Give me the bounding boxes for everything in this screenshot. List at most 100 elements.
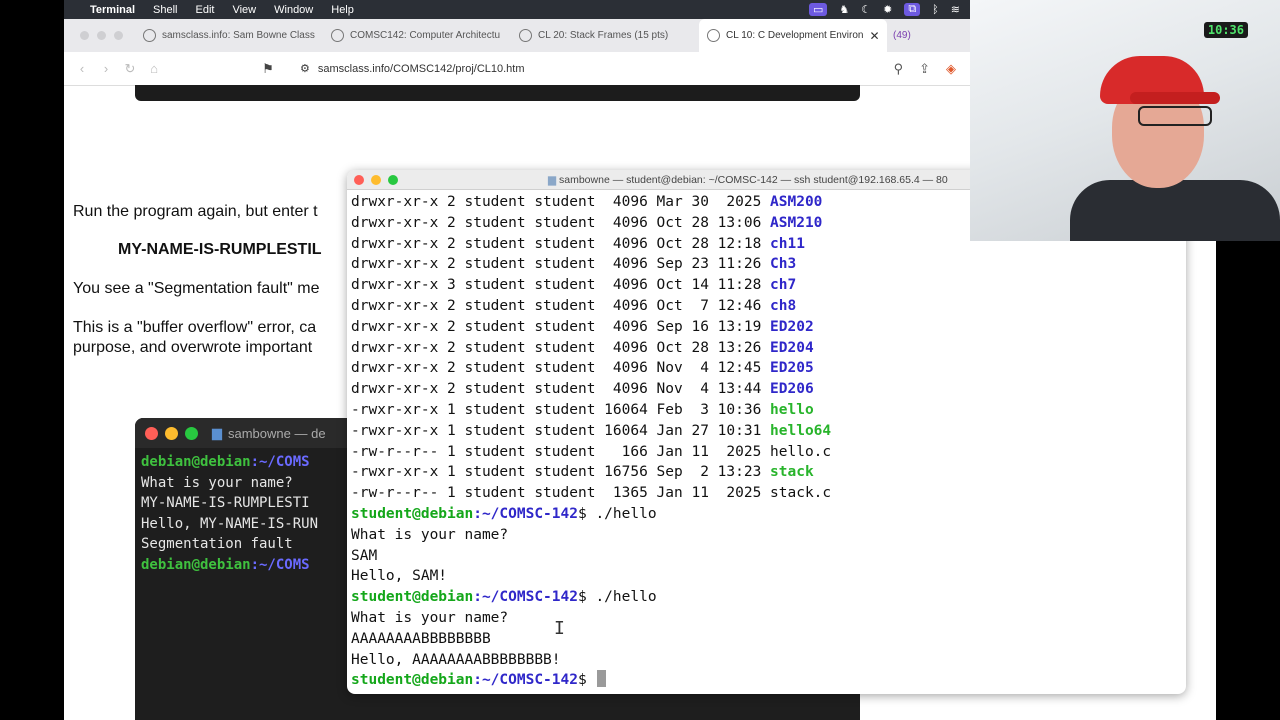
mac-menubar: Terminal Shell Edit View Window Help ▭ ♞… [64,0,970,19]
brave-shield-icon[interactable]: ◈ [946,61,956,77]
listing-row: -rwxr-xr-x 1 student student 16756 Sep 2… [351,462,1182,483]
listing-meta: -rwxr-xr-x 1 student student 16064 Jan 2… [351,422,771,439]
terminal-window[interactable]: ▆ sambowne — student@debian: ~/COMSC-142… [347,170,1186,694]
background-terminal-title: sambowne — de [228,425,326,441]
tab-label: CL 10: C Development Environ [726,30,864,41]
listing-filename: hello [770,401,814,418]
back-icon[interactable]: ‹ [70,61,94,76]
browser-tab[interactable]: CL 20: Stack Frames (15 pts) [511,19,699,52]
browser-tab[interactable]: samsclass.info: Sam Bowne Class [135,19,323,52]
command-text: ./hello [595,505,657,522]
bookmark-icon[interactable]: ⚑ [256,61,280,77]
terminal-title-text: sambowne — student@debian: ~/COMSC-142 —… [559,173,948,186]
tab-label: COMSC142: Computer Architectu [350,30,501,41]
listing-row: -rw-r--r-- 1 student student 166 Jan 11 … [351,442,1182,463]
output-text: MY-NAME-IS-RUMPLESTI [141,495,310,511]
site-settings-icon[interactable]: ⚙ [300,62,310,75]
prompt-symbol: $ [577,672,596,689]
reload-icon[interactable]: ↻ [118,61,142,77]
output-line: What is your name? [351,525,1182,546]
prompt-symbol: $ [577,589,596,606]
clock-display: 10:36 [1203,22,1248,38]
minimize-dot[interactable] [97,31,106,40]
share-icon[interactable]: ⇪ [919,61,930,77]
output-line: What is your name? [351,608,1182,629]
listing-filename: Ch3 [770,256,797,273]
close-dot[interactable] [354,174,364,185]
listing-row: drwxr-xr-x 2 student student 4096 Nov 4 … [351,379,1182,400]
doc-paragraph: This is a "buffer overflow" error, ca pu… [73,318,316,358]
listing-filename: ASM200 [770,194,823,210]
listing-filename: ED202 [770,318,814,335]
window-controls [135,426,212,440]
browser-tab-bar: samsclass.info: Sam Bowne Class COMSC142… [64,19,970,52]
menu-app-name[interactable]: Terminal [90,4,135,16]
prompt-line: student@debian:~/COMSC-142$ ./hello [351,504,1182,525]
doc-paragraph: Run the program again, but enter t [73,203,318,220]
listing-meta: drwxr-xr-x 2 student student 4096 Oct 28… [351,235,771,252]
browser-tab[interactable]: COMSC142: Computer Architectu [323,19,511,52]
prompt-line: student@debian:~/COMSC-142$ [351,670,1182,691]
output-text: Segmentation fault [141,536,293,552]
home-icon[interactable]: ⌂ [142,61,166,76]
prompt-path: :~/COMS [250,556,310,573]
listing-filename: ED206 [770,381,814,398]
bluetooth-icon[interactable]: ᛒ [932,4,939,16]
moon-icon[interactable]: ☾ [861,3,871,16]
browser-window-controls [64,31,135,40]
zoom-dot[interactable] [114,31,123,40]
output-line: Hello, AAAAAAAABBBBBBBB! [351,650,1182,671]
listing-filename: ch8 [770,297,797,314]
output-line: SAM [351,546,1182,567]
command-text: ./hello [595,589,657,606]
terminal-output[interactable]: drwxr-xr-x 2 student student 4096 Mar 30… [347,190,1186,693]
forward-icon[interactable]: › [94,61,118,76]
listing-row: -rw-r--r-- 1 student student 1365 Jan 11… [351,483,1182,504]
wifi-icon[interactable]: ≋ [951,3,960,16]
listing-filename: ED204 [770,339,814,356]
prompt-user: student@debian [351,672,474,689]
listing-row: drwxr-xr-x 2 student student 4096 Nov 4 … [351,358,1182,379]
prompt-path: :~/COMSC-142 [473,672,578,689]
minimize-dot [165,426,178,440]
text-cursor-icon: I [554,618,565,639]
listing-filename: hello64 [770,422,832,439]
menu-window[interactable]: Window [274,4,313,16]
presenter-glasses [1138,106,1212,126]
listing-meta: drwxr-xr-x 2 student student 4096 Sep 23… [351,256,771,273]
cat-icon[interactable]: ♞ [839,3,849,16]
favicon-icon [143,29,156,42]
tab-count[interactable]: (49) [887,30,911,41]
listing-filename: hello.c [770,443,832,460]
menu-help[interactable]: Help [331,4,354,16]
terminal-title: ▆ sambowne — student@debian: ~/COMSC-142… [548,174,948,186]
embedded-image-edge [135,85,860,101]
url-text: samsclass.info/COMSC142/proj/CL10.htm [317,62,525,75]
screen-share-icon[interactable]: ▭ [808,3,828,16]
minimize-dot[interactable] [371,174,381,185]
zoom-dot [185,426,198,440]
listing-meta: -rwxr-xr-x 1 student student 16064 Feb 3… [351,401,771,418]
listing-meta: drwxr-xr-x 2 student student 4096 Nov 4 … [351,360,771,377]
browser-tab-active[interactable]: CL 10: C Development Environ ✕ [699,19,887,52]
listing-meta: drwxr-xr-x 2 student student 4096 Oct 7 … [351,297,771,314]
listing-row: drwxr-xr-x 2 student student 4096 Sep 23… [351,254,1182,275]
listing-meta: drwxr-xr-x 2 student student 4096 Nov 4 … [351,381,771,398]
url-field[interactable]: ⚙ samsclass.info/COMSC142/proj/CL10.htm [300,62,525,76]
output-line: Hello, SAM! [351,566,1182,587]
listing-meta: -rw-r--r-- 1 student student 1365 Jan 11… [351,485,771,502]
output-text: Hello, AAAAAAAABBBBBBBB! [351,651,561,668]
brightness-icon[interactable]: ✹ [883,3,892,16]
folder-icon: ▆ [548,173,557,186]
zoom-dot[interactable] [388,174,398,185]
zoom-icon[interactable]: ⚲ [894,61,904,77]
favicon-icon [331,29,344,42]
menu-shell[interactable]: Shell [153,4,177,16]
menu-edit[interactable]: Edit [196,4,215,16]
close-tab-icon[interactable]: ✕ [869,29,879,43]
output-text: SAM [351,547,378,564]
menu-view[interactable]: View [232,4,256,16]
close-dot[interactable] [80,31,89,40]
window-icon[interactable]: ⧉ [904,3,921,16]
listing-meta: drwxr-xr-x 2 student student 4096 Sep 16… [351,318,771,335]
